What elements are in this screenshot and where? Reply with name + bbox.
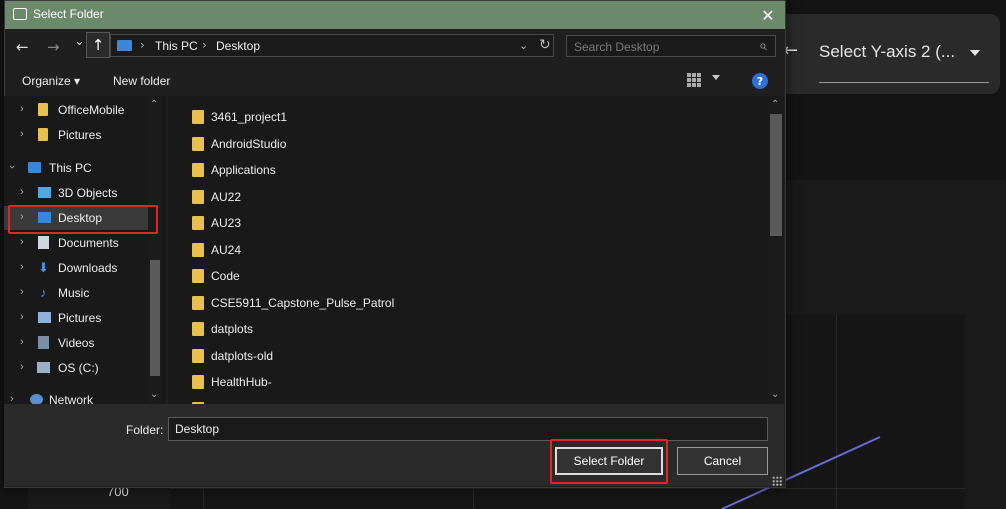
list-item[interactable]: datplots-old <box>168 342 766 368</box>
search-input[interactable]: Search Desktop <box>574 40 659 54</box>
documents-icon <box>38 236 49 249</box>
list-item[interactable]: AU23 <box>168 209 766 235</box>
folder-label: Folder: <box>126 423 164 437</box>
music-icon: ♪ <box>40 285 47 300</box>
view-dropdown-icon[interactable] <box>712 75 720 80</box>
folder-icon <box>192 190 204 204</box>
folder-icon <box>192 110 204 124</box>
videos-icon <box>38 336 49 349</box>
folder-input[interactable]: Desktop <box>168 417 768 441</box>
help-icon[interactable]: ? <box>752 73 768 89</box>
folder-icon <box>192 243 204 257</box>
address-bar[interactable]: › This PC › Desktop ⌄ ↻ <box>110 34 554 57</box>
refresh-icon[interactable]: ↻ <box>539 37 551 53</box>
file-list: 3461_project1 AndroidStudio Applications… <box>168 96 784 404</box>
recent-locations-button[interactable]: ⌄ <box>74 34 85 49</box>
nav-item-network[interactable]: › Network <box>4 388 154 404</box>
pictures-icon <box>38 312 51 323</box>
nav-item-videos[interactable]: › Videos <box>4 331 154 355</box>
y-axis-2-select[interactable]: Select Y-axis 2 (... <box>819 42 955 62</box>
up-button[interactable]: ↑ <box>86 32 110 58</box>
chevron-up-icon[interactable]: ⌃ <box>150 99 158 110</box>
chevron-down-icon[interactable]: ⌄ <box>771 389 779 400</box>
list-item[interactable] <box>168 395 766 404</box>
drive-icon <box>37 362 50 373</box>
nav-item-documents[interactable]: › Documents <box>4 231 154 255</box>
folder-icon <box>38 128 48 141</box>
address-dropdown-icon[interactable]: ⌄ <box>519 39 528 52</box>
organize-button[interactable]: Organize ▾ <box>22 74 80 88</box>
pc-icon <box>28 162 41 173</box>
downloads-icon: ⬇ <box>38 260 49 275</box>
list-item[interactable]: Applications <box>168 156 766 182</box>
select-underline <box>819 82 989 83</box>
chevron-up-icon[interactable]: ⌃ <box>771 99 779 110</box>
cancel-button[interactable]: Cancel <box>677 447 768 475</box>
toolbar: Organize ▾ New folder <box>0 66 780 96</box>
close-button[interactable]: ✕ <box>751 1 785 29</box>
resize-grip-icon[interactable] <box>772 476 782 486</box>
folder-icon <box>192 216 204 230</box>
nav-item-pictures-pc[interactable]: › Pictures <box>4 306 154 330</box>
search-box[interactable]: Search Desktop ⌕ <box>566 35 776 57</box>
folder-icon <box>192 296 204 310</box>
new-folder-button[interactable]: New folder <box>113 74 170 88</box>
list-item[interactable]: AU24 <box>168 236 766 262</box>
dialog-icon <box>13 8 27 20</box>
chevron-down-icon[interactable] <box>970 50 980 56</box>
list-item[interactable]: 3461_project1 <box>168 103 766 129</box>
nav-item-downloads[interactable]: › ⬇ Downloads <box>4 256 154 280</box>
folder-icon <box>192 269 204 283</box>
list-item[interactable]: CSE5911_Capstone_Pulse_Patrol <box>168 289 766 315</box>
desktop-highlight-box <box>8 205 158 234</box>
chevron-down-icon[interactable]: ⌄ <box>150 389 158 400</box>
breadcrumb-separator: › <box>202 38 207 52</box>
pc-icon <box>117 40 132 51</box>
list-item[interactable]: HealthHub- <box>168 368 766 394</box>
breadcrumb-desktop[interactable]: Desktop <box>216 39 260 53</box>
file-list-scroll-thumb[interactable] <box>770 114 782 236</box>
view-options-icon[interactable] <box>687 73 702 87</box>
select-folder-highlight-box <box>550 439 668 484</box>
folder-icon <box>192 163 204 177</box>
navigation-pane: › OfficeMobile › Pictures › This PC › 3D… <box>4 96 166 404</box>
breadcrumb-this-pc[interactable]: This PC <box>155 39 198 53</box>
list-item[interactable]: AU22 <box>168 183 766 209</box>
network-icon <box>30 394 43 404</box>
nav-pane-scroll-thumb[interactable] <box>150 260 160 376</box>
nav-item-this-pc[interactable]: › This PC <box>4 156 154 180</box>
list-item[interactable]: Code <box>168 262 766 288</box>
list-item[interactable]: AndroidStudio <box>168 130 766 156</box>
list-item[interactable]: datplots <box>168 315 766 341</box>
nav-item-pictures[interactable]: › Pictures <box>4 123 154 147</box>
title-bar: Select Folder ✕ <box>5 1 785 29</box>
3d-objects-icon <box>38 187 51 198</box>
nav-item-music[interactable]: › ♪ Music <box>4 281 154 305</box>
folder-icon <box>192 375 204 389</box>
folder-icon <box>192 349 204 363</box>
folder-icon <box>192 137 204 151</box>
nav-item-os-c[interactable]: › OS (C:) <box>4 356 154 380</box>
dialog-title: Select Folder <box>33 7 104 21</box>
folder-icon <box>192 322 204 336</box>
nav-item-3d-objects[interactable]: › 3D Objects <box>4 181 154 205</box>
forward-button[interactable]: → <box>47 38 60 56</box>
search-icon[interactable]: ⌕ <box>759 38 767 54</box>
back-button[interactable]: ← <box>16 38 29 56</box>
folder-icon <box>38 103 48 116</box>
breadcrumb-separator: › <box>140 38 145 52</box>
nav-item-officemobile[interactable]: › OfficeMobile <box>4 98 154 122</box>
